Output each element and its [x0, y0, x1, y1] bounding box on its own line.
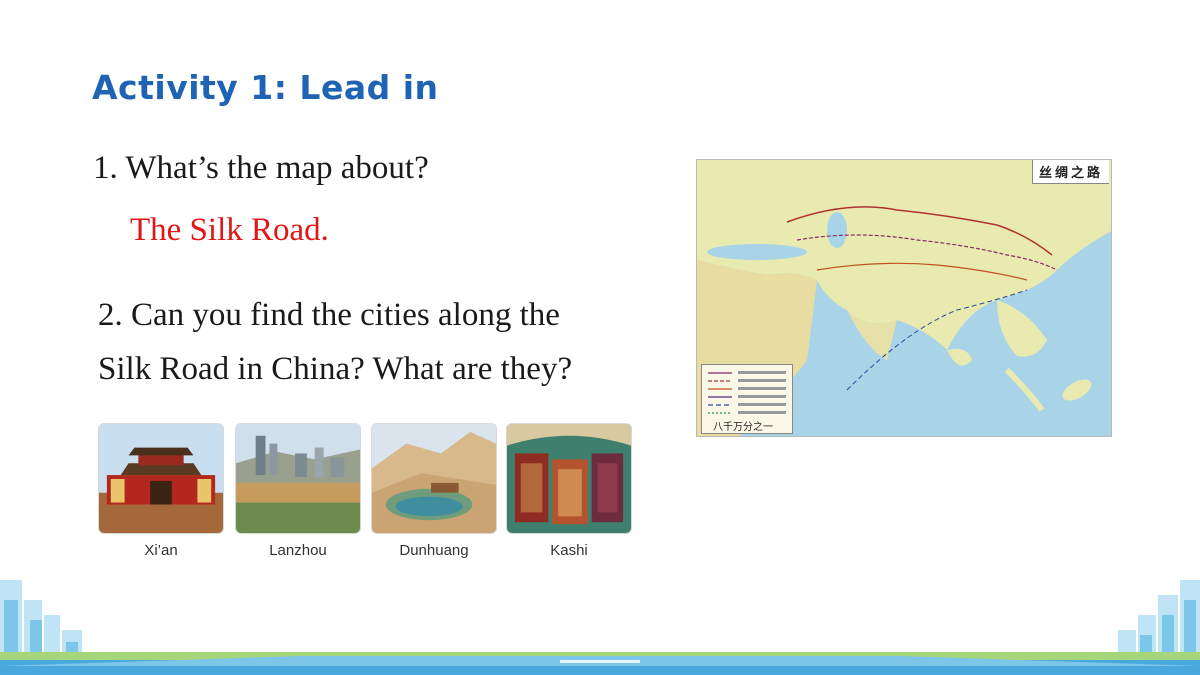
question-2: 2. Can you find the cities along the Sil… — [98, 288, 638, 396]
photo-xian — [98, 423, 224, 534]
photo-lanzhou — [235, 423, 361, 534]
bottom-decoration — [0, 560, 1200, 675]
photo-dunhuang — [371, 423, 497, 534]
photo-kashi — [506, 423, 632, 534]
question-2-line-2: Silk Road in China? What are they? — [98, 351, 573, 387]
question-1: 1. What’s the map about? — [93, 150, 429, 186]
question-2-line-1: 2. Can you find the cities along the — [98, 297, 560, 333]
answer-1: The Silk Road. — [130, 212, 329, 248]
slide-title: Activity 1: Lead in — [92, 68, 439, 107]
map-scale: 八千万分之一 — [713, 422, 773, 433]
caption-lanzhou: Lanzhou — [269, 542, 327, 559]
map-title: 丝绸之路 — [1031, 160, 1109, 184]
caption-xian: Xi’an — [144, 542, 178, 559]
silk-road-map: 丝绸之路 八千万分之一 — [696, 159, 1112, 437]
caption-dunhuang: Dunhuang — [399, 542, 469, 559]
caption-kashi: Kashi — [550, 542, 588, 559]
